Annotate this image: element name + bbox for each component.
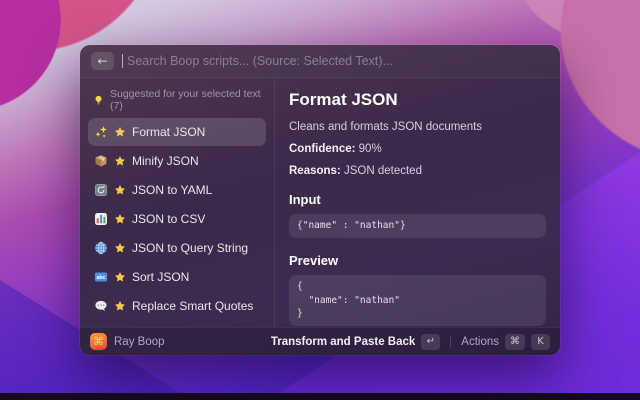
wallpaper-bottom-strip xyxy=(0,393,640,400)
star-icon xyxy=(114,213,126,225)
sidebar-item-replace-smart-quotes[interactable]: Replace Smart Quotes xyxy=(88,292,266,320)
command-icon: ⌘ xyxy=(93,335,104,348)
confidence-value: 90% xyxy=(359,143,382,155)
star-icon xyxy=(114,126,126,138)
page-title: Format JSON xyxy=(289,90,546,110)
sparkles-icon xyxy=(94,125,108,139)
detail-panel: Format JSON Cleans and formats JSON docu… xyxy=(275,78,560,327)
confidence-label: Confidence: xyxy=(289,143,355,155)
raycast-app-icon: ⌘ xyxy=(90,333,107,350)
transform-and-paste-back-button[interactable]: Transform and Paste Back ↵ xyxy=(271,334,440,350)
globe-icon xyxy=(94,241,108,255)
text-cursor xyxy=(122,54,123,68)
back-button[interactable]: ← xyxy=(91,52,114,70)
script-description: Cleans and formats JSON documents xyxy=(289,121,546,133)
input-section-label: Input xyxy=(289,192,546,207)
star-icon xyxy=(114,300,126,312)
sidebar-list: Suggested for your selected text (7) Form… xyxy=(80,78,274,327)
reasons-line: Reasons: JSON detected xyxy=(289,165,546,177)
list-item-label: Format JSON xyxy=(132,125,205,139)
sidebar-item-sort-json[interactable]: abc Sort JSON xyxy=(88,263,266,291)
list-item-label: Replace Smart Quotes xyxy=(132,299,253,313)
speech-balloon-icon xyxy=(94,299,108,313)
section-label: Suggested for your selected text (7) xyxy=(110,88,261,112)
star-icon xyxy=(114,242,126,254)
list-item-label: Sort JSON xyxy=(132,270,189,284)
left-arrow-icon: ← xyxy=(97,55,107,67)
primary-action-label: Transform and Paste Back xyxy=(271,336,415,348)
input-code-box: {"name" : "nathan"} xyxy=(289,214,546,238)
list-item-label: JSON to Query String xyxy=(132,241,248,255)
star-icon xyxy=(114,271,126,283)
package-icon xyxy=(94,154,108,168)
star-icon xyxy=(114,184,126,196)
footer-bar: ⌘ Ray Boop Transform and Paste Back ↵ Ac… xyxy=(80,327,560,355)
section-header: Suggested for your selected text (7) xyxy=(88,82,266,118)
k-key-badge: K xyxy=(531,334,550,350)
list-item-label: JSON to YAML xyxy=(132,183,212,197)
reasons-value: JSON detected xyxy=(344,165,422,177)
command-key-badge: ⌘ xyxy=(505,334,525,350)
actions-label: Actions xyxy=(461,336,499,348)
list-item-label: Minify JSON xyxy=(132,154,199,168)
svg-text:abc: abc xyxy=(96,275,105,281)
confidence-line: Confidence: 90% xyxy=(289,143,546,155)
preview-section-label: Preview xyxy=(289,253,546,268)
sidebar-item-json-to-csv[interactable]: JSON to CSV xyxy=(88,205,266,233)
sidebar-item-json-to-query-string[interactable]: JSON to Query String xyxy=(88,234,266,262)
lightbulb-icon xyxy=(93,95,104,106)
preview-code-box: { "name": "nathan" } xyxy=(289,275,546,326)
star-icon xyxy=(114,155,126,167)
sidebar-item-minify-json[interactable]: Minify JSON xyxy=(88,147,266,175)
divider xyxy=(450,336,451,348)
return-key-badge: ↵ xyxy=(421,334,440,350)
sidebar-item-json-to-yaml[interactable]: JSON to YAML xyxy=(88,176,266,204)
main-content: Suggested for your selected text (7) Form… xyxy=(80,78,560,327)
bar-chart-icon xyxy=(94,212,108,226)
refresh-icon xyxy=(94,183,108,197)
search-input[interactable] xyxy=(127,54,549,68)
sidebar-item-format-json[interactable]: Format JSON xyxy=(88,118,266,146)
abc-icon: abc xyxy=(94,270,108,284)
list-item-label: JSON to CSV xyxy=(132,212,205,226)
boop-launcher-window: ← Suggested for your selected text (7) Fo… xyxy=(80,45,560,355)
search-bar: ← xyxy=(80,45,560,77)
actions-button[interactable]: Actions ⌘ K xyxy=(461,334,550,350)
app-name: Ray Boop xyxy=(114,336,165,348)
reasons-label: Reasons: xyxy=(289,165,341,177)
